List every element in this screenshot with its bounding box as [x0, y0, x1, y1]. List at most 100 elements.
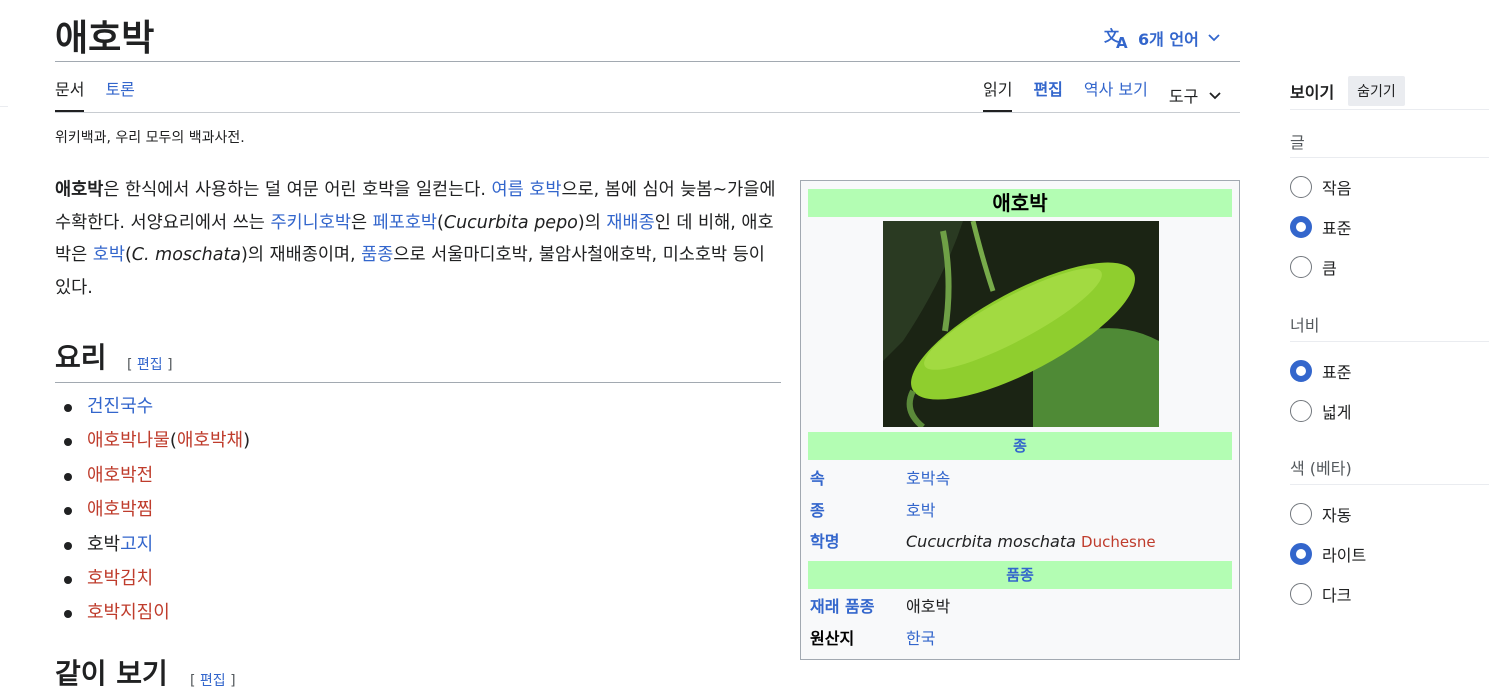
redlink-hobak-jijimi[interactable]: 호박지짐이: [87, 602, 170, 623]
lead-text: (: [437, 212, 444, 233]
genus-value-link[interactable]: 호박속: [906, 467, 950, 491]
radio-color-auto[interactable]: 자동: [1290, 502, 1351, 526]
chevron-down-icon: [1208, 86, 1222, 105]
lead-text: )의: [577, 212, 607, 233]
redlink-aehobak-jeon[interactable]: 애호박전: [87, 465, 153, 486]
radio-circle[interactable]: [1290, 256, 1312, 278]
lead-bold-term: 애호박: [55, 180, 104, 200]
tab-article[interactable]: 문서: [55, 78, 85, 112]
species-key-link[interactable]: 종: [810, 499, 906, 523]
tabs-divider: [55, 112, 1240, 113]
list-item: 애호박찜: [64, 494, 250, 528]
bracket: ]: [225, 673, 236, 689]
section-heading-cooking: 요리: [55, 341, 107, 374]
radio-color-dark[interactable]: 다크: [1290, 582, 1351, 606]
radio-label: 표준: [1322, 219, 1352, 238]
tools-menu[interactable]: 도구: [1169, 78, 1222, 112]
edit-see-also-link[interactable]: 편집: [200, 673, 226, 689]
lead-italic: C. moschata: [131, 245, 242, 265]
sci-name-value: Cucucrbita moschata Duchesne: [906, 530, 1156, 554]
section-edit-link: [ 편집 ]: [190, 670, 236, 690]
radio-color-light[interactable]: 라이트: [1290, 542, 1366, 566]
width-label: 너비: [1290, 316, 1320, 335]
lead-text: 은: [350, 212, 373, 233]
link-cultivar[interactable]: 재배종: [606, 213, 654, 233]
tools-label: 도구: [1168, 87, 1199, 106]
paren: (: [169, 430, 177, 452]
infobox-row-species: 종 호박: [810, 499, 935, 523]
radio-label: 작음: [1322, 179, 1352, 198]
tab-read[interactable]: 읽기: [983, 78, 1013, 112]
sci-name-key-link[interactable]: 학명: [810, 530, 906, 554]
radio-width-wide[interactable]: 넓게: [1290, 399, 1351, 423]
radio-label: 다크: [1322, 586, 1352, 605]
plain-text: 호박: [87, 533, 121, 555]
sidebar-divider: [1290, 109, 1489, 110]
sidebar-divider: [1290, 341, 1489, 342]
infobox: 애호박 종 속 호박속 종 호박 학명 Cucucrbita moschata …: [800, 180, 1240, 660]
list-item: 애호박전: [64, 460, 250, 494]
radio-text-standard[interactable]: 표준: [1290, 215, 1351, 239]
radio-label: 자동: [1322, 506, 1352, 525]
cultivar-key-link[interactable]: 재래 품종: [810, 595, 906, 619]
genus-key-link[interactable]: 속: [810, 467, 906, 491]
link-summer-squash[interactable]: 여름 호박: [491, 180, 561, 200]
tab-talk[interactable]: 토론: [105, 78, 134, 112]
zucchini-image[interactable]: [883, 221, 1159, 427]
language-button[interactable]: 文A 6개 언어: [1104, 26, 1221, 50]
sidebar-divider: [1290, 157, 1489, 158]
section-edit-link: [ 편집 ]: [127, 354, 173, 374]
radio-text-small[interactable]: 작음: [1290, 175, 1351, 199]
redlink-hobak-kimchi[interactable]: 호박김치: [87, 568, 153, 589]
redlink-aehobak-jjim[interactable]: 애호박찜: [87, 499, 153, 520]
sci-name-italic: Cucucrbita moschata: [906, 532, 1076, 551]
radio-label: 라이트: [1322, 546, 1367, 565]
infobox-section-species: 종: [808, 432, 1232, 460]
bracket: [: [127, 357, 137, 373]
tab-edit[interactable]: 편집: [1033, 78, 1062, 112]
link-zucchini[interactable]: 주키니호박: [270, 213, 351, 233]
radio-label: 큼: [1322, 259, 1337, 278]
radio-circle-selected[interactable]: [1290, 216, 1312, 238]
link-pepo[interactable]: 페포호박: [373, 213, 437, 233]
origin-value-link[interactable]: 한국: [906, 627, 935, 651]
site-tagline: 위키백과, 우리 모두의 백과사전.: [55, 130, 245, 146]
translate-icon: 文A: [1104, 27, 1130, 49]
hide-button[interactable]: 숨기기: [1348, 76, 1405, 106]
list-item: 호박김치: [64, 563, 250, 597]
infobox-row-origin: 원산지 한국: [810, 627, 935, 651]
radio-text-large[interactable]: 큼: [1290, 255, 1337, 279]
radio-circle-selected[interactable]: [1290, 360, 1312, 382]
view-tabs: 읽기 편집 역사 보기 도구: [983, 78, 1222, 112]
redlink-aehobak-chae[interactable]: 애호박채: [177, 430, 243, 451]
svg-text:A: A: [1116, 34, 1128, 49]
paren: ): [243, 430, 251, 452]
link-geonjin-guksu[interactable]: 건진국수: [87, 396, 153, 417]
sidebar-divider: [1290, 484, 1489, 485]
radio-circle-selected[interactable]: [1290, 543, 1312, 565]
radio-circle[interactable]: [1290, 176, 1312, 198]
bracket: [: [190, 673, 200, 689]
lead-text: (: [124, 245, 132, 265]
species-value-link[interactable]: 호박: [906, 499, 935, 523]
edit-cooking-link[interactable]: 편집: [137, 357, 163, 373]
redlink-aehobak-namul[interactable]: 애호박나물: [87, 430, 170, 451]
radio-circle[interactable]: [1290, 583, 1312, 605]
link-variety[interactable]: 품종: [361, 245, 393, 265]
list-item: 호박고지: [64, 529, 250, 563]
link-pumpkin[interactable]: 호박: [93, 245, 125, 265]
list-item: 건진국수: [64, 391, 250, 425]
section-heading-see-also: 같이 보기: [55, 657, 168, 690]
radio-width-standard[interactable]: 표준: [1290, 359, 1351, 383]
redlink-duchesne[interactable]: Duchesne: [1081, 533, 1156, 551]
language-count: 6개 언어: [1138, 30, 1199, 49]
radio-circle[interactable]: [1290, 503, 1312, 525]
appearance-title: 보이기: [1290, 83, 1335, 102]
radio-circle[interactable]: [1290, 400, 1312, 422]
link-goji[interactable]: 고지: [120, 534, 153, 555]
infobox-row-scientific-name: 학명 Cucucrbita moschata Duchesne: [810, 530, 1156, 554]
bracket: ]: [162, 357, 173, 373]
cooking-list: 건진국수 애호박나물(애호박채) 애호박전 애호박찜 호박고지 호박김치 호박지…: [64, 391, 250, 632]
tab-history[interactable]: 역사 보기: [1084, 78, 1148, 112]
color-label: 색 (베타): [1290, 459, 1352, 478]
